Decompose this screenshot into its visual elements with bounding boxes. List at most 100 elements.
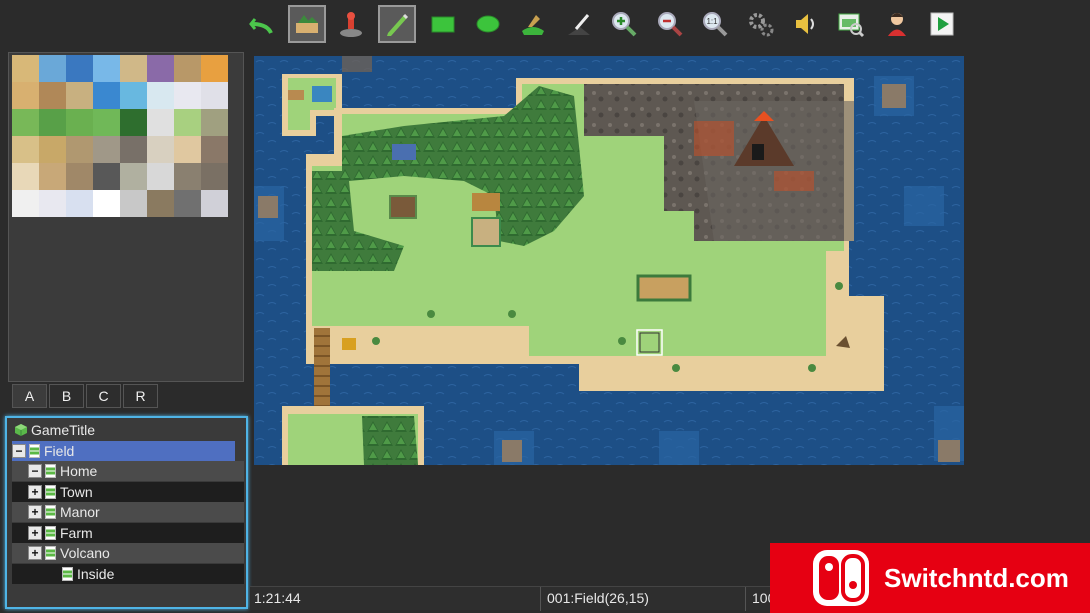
event-mode-icon[interactable]	[332, 5, 370, 43]
tile-swatch[interactable]	[201, 136, 228, 163]
tile-swatch[interactable]	[201, 55, 228, 82]
tree-item-farm[interactable]: + Farm	[12, 523, 244, 543]
tile-swatch[interactable]	[66, 136, 93, 163]
shadow-pen-icon[interactable]	[560, 5, 598, 43]
status-divider	[540, 587, 541, 611]
tile-swatch[interactable]	[174, 163, 201, 190]
tree-item-label: Farm	[60, 525, 93, 541]
map-icon	[45, 505, 56, 519]
tree-item-town[interactable]: + Town	[12, 482, 244, 502]
tile-swatch[interactable]	[39, 190, 66, 217]
tile-swatch[interactable]	[147, 55, 174, 82]
tile-swatch[interactable]	[120, 163, 147, 190]
tile-swatch[interactable]	[66, 163, 93, 190]
character-generator-icon[interactable]	[878, 5, 916, 43]
watermark-text: Switchntd.com	[884, 562, 1069, 593]
tile-swatch[interactable]	[66, 55, 93, 82]
fill-icon[interactable]	[514, 5, 552, 43]
expand-toggle[interactable]: +	[28, 546, 42, 560]
playtest-icon[interactable]	[923, 5, 961, 43]
tile-swatch[interactable]	[12, 109, 39, 136]
tile-swatch[interactable]	[93, 82, 120, 109]
tile-swatch[interactable]	[201, 109, 228, 136]
zoom-actual-icon[interactable]: 1:1	[696, 5, 734, 43]
tile-swatch[interactable]	[174, 136, 201, 163]
map-canvas[interactable]	[254, 56, 964, 465]
tile-swatch[interactable]	[12, 163, 39, 190]
tree-item-inside[interactable]: Inside	[12, 564, 244, 584]
tree-item-label: Volcano	[60, 545, 110, 561]
database-icon[interactable]	[742, 5, 780, 43]
tile-swatch[interactable]	[120, 109, 147, 136]
sound-test-icon[interactable]	[787, 5, 825, 43]
tile-swatch[interactable]	[147, 190, 174, 217]
tile-swatch[interactable]	[120, 82, 147, 109]
tile-swatch[interactable]	[93, 163, 120, 190]
project-title: GameTitle	[31, 422, 96, 438]
tile-swatch[interactable]	[12, 55, 39, 82]
map-icon	[62, 567, 73, 581]
tree-item-field[interactable]: − Field	[12, 441, 235, 461]
undo-icon[interactable]	[243, 5, 281, 43]
tile-swatch[interactable]	[66, 82, 93, 109]
resource-manager-icon[interactable]	[832, 5, 870, 43]
pencil-icon[interactable]	[378, 5, 416, 43]
project-root[interactable]: GameTitle	[14, 420, 242, 440]
tree-item-label: Home	[60, 463, 98, 479]
tile-swatch[interactable]	[39, 109, 66, 136]
map-icon	[45, 526, 56, 540]
collapse-toggle[interactable]: −	[28, 464, 42, 478]
tile-swatch[interactable]	[120, 55, 147, 82]
tree-item-volcano[interactable]: + Volcano	[12, 543, 244, 563]
tile-swatch[interactable]	[174, 82, 201, 109]
tile-swatch[interactable]	[39, 55, 66, 82]
tile-swatch[interactable]	[174, 55, 201, 82]
tile-swatch[interactable]	[174, 190, 201, 217]
map-mode-icon[interactable]	[288, 5, 326, 43]
tile-swatch[interactable]	[147, 109, 174, 136]
collapse-toggle[interactable]: −	[12, 444, 26, 458]
tile-swatch[interactable]	[147, 82, 174, 109]
tile-swatch[interactable]	[147, 163, 174, 190]
tile-swatch[interactable]	[12, 190, 39, 217]
tile-swatch[interactable]	[39, 163, 66, 190]
tree-item-label: Manor	[60, 504, 100, 520]
tile-swatch[interactable]	[93, 109, 120, 136]
tile-swatch[interactable]	[66, 109, 93, 136]
tileset-grid[interactable]	[12, 55, 230, 217]
expand-toggle[interactable]: +	[28, 526, 42, 540]
map-icon	[45, 464, 56, 478]
tile-swatch[interactable]	[174, 109, 201, 136]
tile-swatch[interactable]	[66, 190, 93, 217]
ellipse-icon[interactable]	[469, 5, 507, 43]
tile-swatch[interactable]	[93, 55, 120, 82]
map-icon	[45, 485, 56, 499]
tile-swatch[interactable]	[201, 163, 228, 190]
tile-swatch[interactable]	[39, 82, 66, 109]
tree-item-home[interactable]: − Home	[12, 461, 244, 481]
rectangle-icon[interactable]	[424, 5, 462, 43]
expand-toggle[interactable]: +	[28, 505, 42, 519]
tile-swatch[interactable]	[201, 190, 228, 217]
tree-item-manor[interactable]: + Manor	[12, 502, 244, 522]
zoom-in-icon[interactable]	[605, 5, 643, 43]
tab-c[interactable]: C	[86, 384, 121, 408]
tile-swatch[interactable]	[12, 136, 39, 163]
tile-swatch[interactable]	[12, 82, 39, 109]
tab-b[interactable]: B	[49, 384, 84, 408]
tile-swatch[interactable]	[147, 136, 174, 163]
tree-item-label: Field	[44, 443, 75, 459]
tile-swatch[interactable]	[39, 136, 66, 163]
expand-toggle[interactable]: +	[28, 485, 42, 499]
tab-a[interactable]: A	[12, 384, 47, 408]
tile-swatch[interactable]	[93, 136, 120, 163]
toolbar: 1:1	[0, 0, 1090, 50]
tile-swatch[interactable]	[120, 136, 147, 163]
tile-swatch[interactable]	[93, 190, 120, 217]
zoom-out-icon[interactable]	[651, 5, 689, 43]
tile-swatch[interactable]	[201, 82, 228, 109]
svg-text:1:1: 1:1	[706, 17, 718, 26]
tile-swatch[interactable]	[120, 190, 147, 217]
tab-r[interactable]: R	[123, 384, 158, 408]
map-tree-panel: GameTitle − Field − Home + Town + Manor …	[5, 416, 248, 609]
